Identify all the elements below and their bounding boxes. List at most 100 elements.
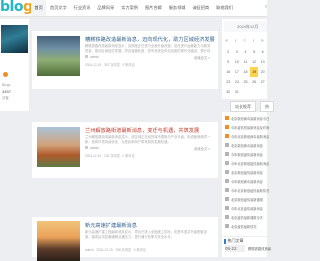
post-meta: 2024-12-19 233 次浏览 0 条评论 <box>85 153 135 158</box>
post-comments[interactable]: 0 条评论 <box>122 154 134 158</box>
calendar-day[interactable]: 3 <box>233 47 242 57</box>
list-item-label: 北京新冠疫情最新通报 <box>231 197 263 202</box>
menu-item-cases[interactable]: 实力案例 <box>118 0 142 16</box>
post-date: 2024-12-19 <box>85 63 102 67</box>
profile-badge-icon <box>3 72 8 77</box>
menu-item-gallery[interactable]: 图片合辑 <box>141 0 165 16</box>
list-item[interactable]: 北京疫情最新通报今天 <box>225 214 263 220</box>
calendar-day[interactable]: 6 <box>258 47 267 57</box>
read-more-link[interactable]: 阅读全文 » <box>194 146 210 151</box>
list-item[interactable]: 今年北京新冠疫情最新消息 <box>225 160 269 166</box>
list-item[interactable]: 今年北京新冠疫情最新情况 <box>225 187 269 193</box>
tab-recommended[interactable]: 站长推荐 <box>230 101 256 112</box>
calendar-day[interactable]: 25 <box>241 77 250 87</box>
calendar-day[interactable]: 17 <box>233 67 242 77</box>
calendar-day[interactable]: 2 <box>224 47 233 57</box>
list-item[interactable]: 今年北京新冠病毒最新消息 <box>225 133 269 139</box>
list-item[interactable]: 今年北京疫情最新消息 <box>225 205 263 211</box>
menu-item-contact[interactable]: 联络我们 <box>213 0 237 16</box>
ranking-list: 北京新冠病毒最新消息今日 今年疫情的最新消息及时间 今年北京新冠病毒最新消息 北… <box>222 112 269 236</box>
list-item[interactable]: 北京新冠病毒最新消息 <box>225 142 263 148</box>
rank-marker <box>225 179 229 183</box>
list-item[interactable]: 北京新冠疫情最新消息 <box>225 169 263 175</box>
calendar-next-month-icon[interactable]: › <box>253 38 255 44</box>
tab-hot[interactable]: 热 <box>260 101 274 112</box>
post-meta: admin 2024-12-19 198 次浏览 0 条评论 <box>85 247 146 252</box>
calendar-day[interactable]: 31 <box>233 87 242 97</box>
menu-item-home-text[interactable]: 首页文字 <box>46 0 70 16</box>
article-link[interactable]: 糟糕铁路改造最 <box>248 246 271 251</box>
list-item-label: 北京疫情最新情况 <box>231 224 257 229</box>
section-title: 热门文章 <box>224 238 244 244</box>
post-description: 新元高速扩建工程最新消息显示，项目已进入全面施工阶段，拓宽车道并升级配套设施，建… <box>85 230 207 239</box>
list-item[interactable]: 今年新冠疫情最新消息 <box>225 151 263 157</box>
rank-marker <box>225 206 229 210</box>
calendar-prev-month-icon[interactable]: ‹ <box>235 38 237 44</box>
post-title[interactable]: 兰州解放路街道最新消息，变迁与机遇，共筑发展 <box>85 127 199 134</box>
calendar-title: 2024年12月 <box>237 24 259 29</box>
post-thumbnail[interactable] <box>37 221 80 261</box>
post-thumbnail[interactable] <box>37 127 80 167</box>
list-item-label: 今年北京疫情最新消息 <box>231 206 263 211</box>
post-views: 357 次浏览 <box>103 63 120 67</box>
calendar-today-icon[interactable]: ○ <box>243 38 246 44</box>
list-item[interactable]: 今年新冠病毒最新消息 <box>225 178 263 184</box>
list-item[interactable]: 北京新冠疫情最新通报 <box>225 196 263 202</box>
calendar-day[interactable]: 9 <box>224 57 233 67</box>
list-item[interactable]: 今年疫情的最新消息及时间 <box>225 124 269 130</box>
author-avatar-icon <box>85 55 88 58</box>
calendar-day[interactable]: 23 <box>224 77 233 87</box>
calendar-week: 16 17 18 19 20 <box>224 67 267 77</box>
list-item[interactable]: 北京疫情最新情况 <box>225 223 257 229</box>
list-item-label: 北京新冠病毒最新消息今日 <box>231 116 270 121</box>
calendar-day[interactable]: 27 <box>258 77 267 87</box>
calendar-day[interactable]: 13 <box>258 57 267 67</box>
calendar-day <box>241 87 250 97</box>
rank-marker <box>225 143 229 147</box>
profile-avatar[interactable] <box>1 25 28 53</box>
calendar-day[interactable]: 20 <box>258 67 267 77</box>
calendar-day[interactable]: 5 <box>250 47 259 57</box>
post-thumbnail[interactable] <box>37 36 80 76</box>
rank-marker <box>225 224 229 228</box>
calendar-week: 23 24 25 26 27 <box>224 77 267 87</box>
post-views: 233 次浏览 <box>103 154 120 158</box>
calendar-prev-year-icon[interactable]: « <box>225 38 228 44</box>
menu-item-home[interactable]: 首页 <box>31 0 47 16</box>
menu-item-brand[interactable]: 品牌风采 <box>94 0 118 16</box>
profile-count: 3457 <box>2 89 11 94</box>
calendar-day[interactable]: 16 <box>224 67 233 77</box>
list-item[interactable]: 北京新冠病毒最新消息今日 <box>225 115 269 121</box>
post-title[interactable]: 糟糕铁路改造最新消息，迈向现代化，助力区域经济发展 <box>85 36 215 43</box>
post-author[interactable]: admin <box>90 146 99 150</box>
main-menu: 首页 首页文字 行业资讯 品牌风采 实力案例 图片合辑 服务领域 诚征招商 联络… <box>31 0 237 16</box>
top-navbar: blogo 首页 首页文字 行业资讯 品牌风采 实力案例 图片合辑 服务领域 诚… <box>0 0 267 17</box>
post-author[interactable]: admin <box>85 248 94 252</box>
calendar-day[interactable]: 26 <box>250 77 259 87</box>
menu-item-investment[interactable]: 诚征招商 <box>189 0 213 16</box>
rank-marker <box>225 152 229 156</box>
calendar-day[interactable]: 12 <box>250 57 259 67</box>
rank-marker <box>225 197 229 201</box>
calendar-day <box>258 87 267 97</box>
calendar-day[interactable]: 11 <box>241 57 250 67</box>
calendar-day[interactable]: 24 <box>233 77 242 87</box>
calendar-week: 2 3 4 5 6 <box>224 47 267 57</box>
section-marker-icon <box>224 238 226 244</box>
calendar-day[interactable]: 30 <box>224 87 233 97</box>
calendar-day[interactable]: 18 <box>241 67 250 77</box>
post-comments[interactable]: 0 条评论 <box>134 248 146 252</box>
post-title[interactable]: 新元高速扩建最新消息 <box>85 222 137 229</box>
logo-part-1: blo <box>0 0 23 15</box>
menu-item-industry-news[interactable]: 行业资讯 <box>70 0 94 16</box>
calendar-day-today[interactable]: 19 <box>249 67 259 77</box>
rank-marker <box>225 116 229 120</box>
rank-marker <box>225 170 229 174</box>
post-comments[interactable]: 0 条评论 <box>122 63 134 67</box>
calendar-day[interactable]: 4 <box>241 47 250 57</box>
calendar-day[interactable]: 10 <box>233 57 242 67</box>
menu-item-services[interactable]: 服务领域 <box>165 0 189 16</box>
read-more-link[interactable]: 阅读全文 » <box>194 55 210 60</box>
post-author[interactable]: admin <box>90 55 99 59</box>
calendar-next-year-icon[interactable]: » <box>261 38 264 44</box>
